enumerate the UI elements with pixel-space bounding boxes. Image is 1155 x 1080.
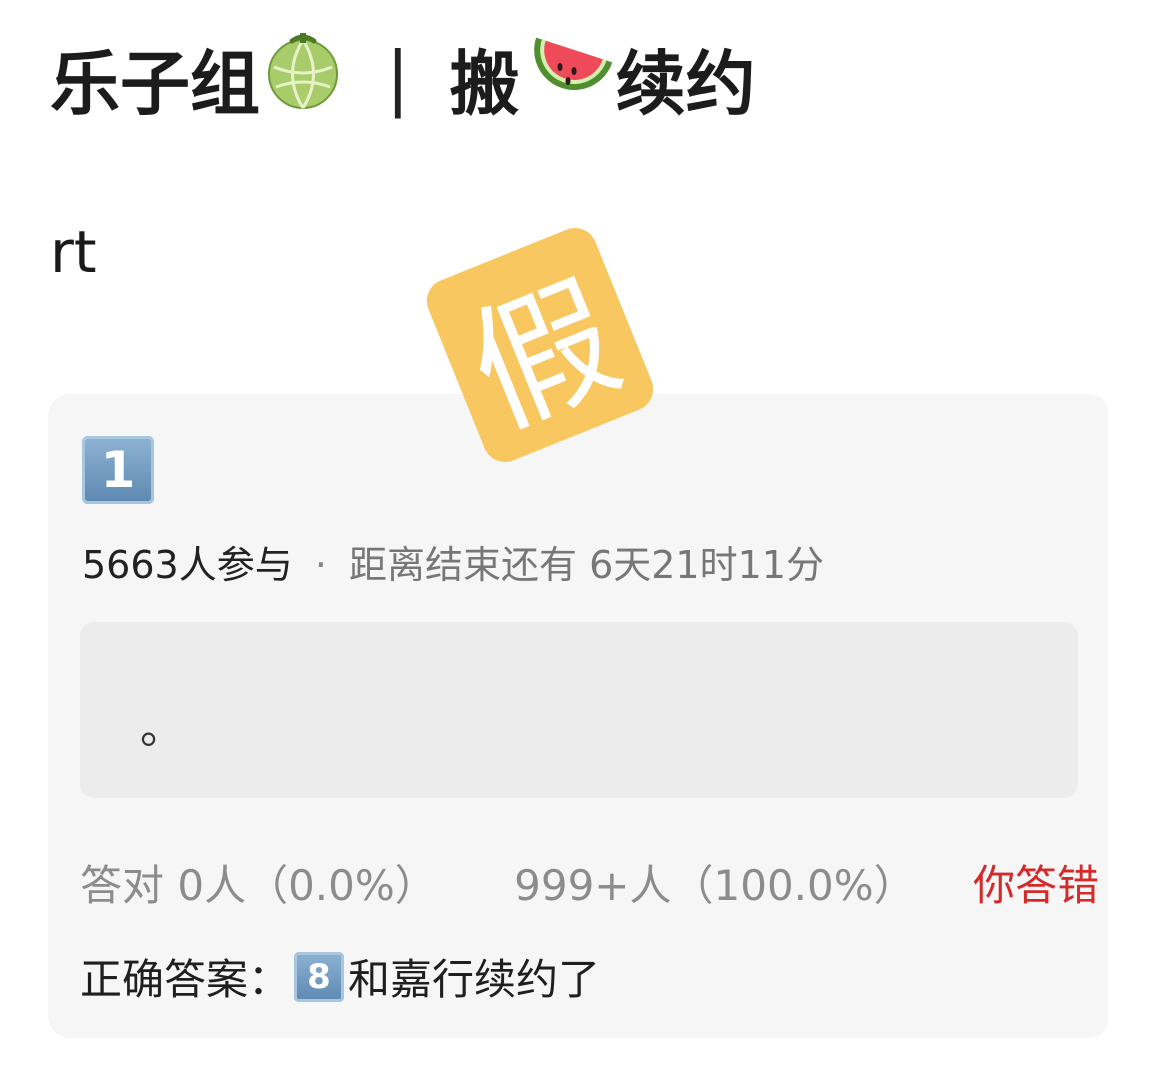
your-result-label: 你答错: [973, 861, 1100, 910]
right-edge-clip: [1108, 0, 1155, 1080]
quiz-option[interactable]: 。: [80, 622, 1078, 798]
correct-answer: 正确答案： 8 和嘉行续约了: [80, 946, 600, 1007]
keycap-one-icon: 1: [82, 436, 154, 504]
post-page: 乐子组 | 搬 续约 rt 假 1 5663人参与 · 距离结束还有 6天21时…: [0, 0, 1155, 1080]
title-text-1: 乐子组: [50, 42, 260, 125]
quiz-card: 1 5663人参与 · 距离结束还有 6天21时11分 。 答对 0人（0.0%…: [48, 394, 1110, 1038]
title-separator: |: [386, 37, 410, 119]
melon-icon: [262, 29, 344, 128]
quiz-meta: 5663人参与 · 距离结束还有 6天21时11分: [82, 534, 824, 589]
correct-stat: 答对 0人（0.0%）: [80, 861, 437, 910]
title-text-3: 续约: [615, 42, 756, 125]
title-text-2: 搬: [449, 42, 520, 125]
time-remaining: 距离结束还有 6天21时11分: [349, 543, 824, 587]
post-title: 乐子组 | 搬 续约: [50, 28, 756, 128]
wrong-stat: 999+人（100.0%）: [514, 861, 916, 910]
watermelon-icon: [522, 29, 614, 128]
participant-count: 5663人参与: [82, 543, 293, 587]
keycap-eight-icon: 8: [294, 951, 345, 1002]
option-text: 。: [140, 703, 184, 754]
answer-label: 正确答案：: [80, 955, 291, 1004]
post-body: rt: [50, 218, 97, 286]
meta-separator: ·: [314, 543, 327, 587]
answer-badge: 8: [307, 956, 331, 997]
quiz-number: 1: [100, 441, 136, 499]
answer-text: 和嘉行续约了: [348, 955, 601, 1004]
quiz-stats: 答对 0人（0.0%） 999+人（100.0%） 你答错: [80, 852, 1099, 913]
